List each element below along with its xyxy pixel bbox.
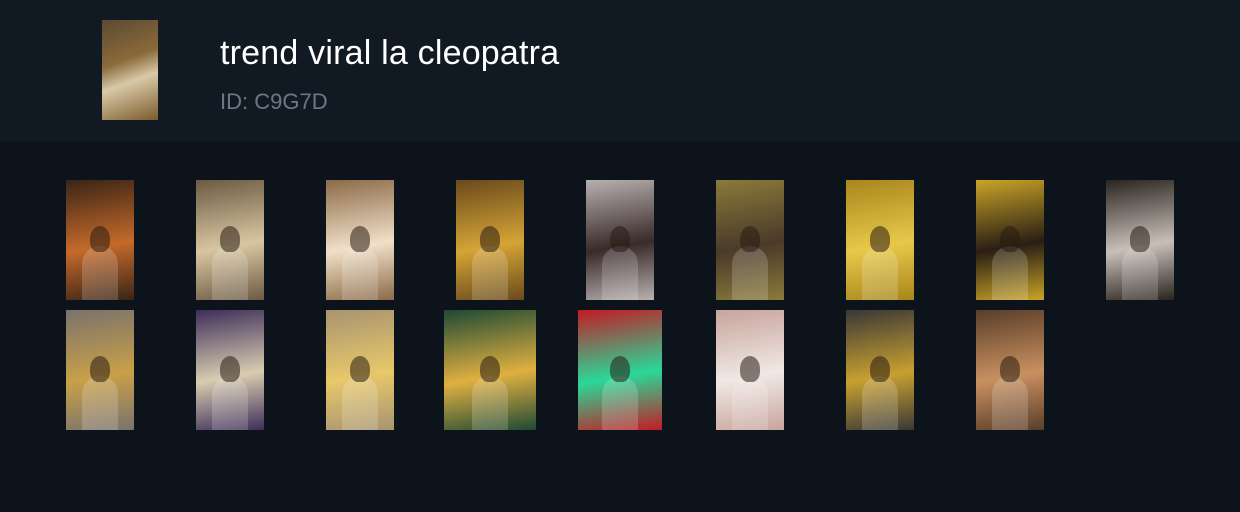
figure-shape — [862, 376, 898, 430]
video-thumbnail[interactable] — [326, 310, 394, 430]
head-shape — [870, 225, 890, 252]
head-shape — [220, 355, 240, 382]
video-thumbnail[interactable] — [326, 180, 394, 300]
collection-title: trend viral la cleopatra — [220, 34, 560, 72]
head-shape — [740, 225, 760, 252]
head-shape — [1000, 225, 1020, 252]
head-shape — [480, 225, 500, 252]
head-shape — [740, 355, 760, 382]
video-thumbnail[interactable] — [578, 310, 662, 430]
video-thumbnail[interactable] — [846, 310, 914, 430]
figure-shape — [732, 246, 768, 300]
head-shape — [220, 225, 240, 252]
video-thumbnail[interactable] — [586, 180, 654, 300]
video-thumbnail[interactable] — [976, 310, 1044, 430]
collection-thumbnail[interactable] — [102, 20, 158, 120]
head-shape — [350, 355, 370, 382]
figure-shape — [212, 376, 248, 430]
video-grid — [0, 141, 1240, 512]
head-shape — [480, 355, 500, 382]
figure-shape — [862, 246, 898, 300]
head-shape — [1130, 225, 1150, 252]
head-shape — [90, 225, 110, 252]
video-thumbnail[interactable] — [976, 180, 1044, 300]
figure-shape — [732, 376, 768, 430]
head-shape — [610, 355, 630, 382]
video-thumbnail[interactable] — [66, 310, 134, 430]
head-shape — [90, 355, 110, 382]
video-thumbnail[interactable] — [66, 180, 134, 300]
figure-shape — [1122, 246, 1158, 300]
figure-shape — [82, 376, 118, 430]
video-thumbnail[interactable] — [196, 180, 264, 300]
figure-shape — [472, 246, 508, 300]
figure-shape — [342, 376, 378, 430]
figure-shape — [602, 376, 638, 430]
figure-shape — [602, 246, 638, 300]
figure-shape — [82, 246, 118, 300]
video-thumbnail[interactable] — [716, 180, 784, 300]
collection-id: ID: C9G7D — [220, 89, 328, 114]
video-thumbnail[interactable] — [716, 310, 784, 430]
head-shape — [1000, 355, 1020, 382]
video-thumbnail[interactable] — [196, 310, 264, 430]
figure-shape — [212, 246, 248, 300]
figure-shape — [472, 376, 508, 430]
figure-shape — [342, 246, 378, 300]
header: trend viral la cleopatra ID: C9G7D — [0, 0, 1240, 141]
head-shape — [870, 355, 890, 382]
video-thumbnail[interactable] — [444, 310, 536, 430]
video-thumbnail[interactable] — [846, 180, 914, 300]
figure-shape — [992, 376, 1028, 430]
video-thumbnail[interactable] — [456, 180, 524, 300]
head-shape — [610, 225, 630, 252]
video-thumbnail[interactable] — [1106, 180, 1174, 300]
head-shape — [350, 225, 370, 252]
figure-shape — [992, 246, 1028, 300]
